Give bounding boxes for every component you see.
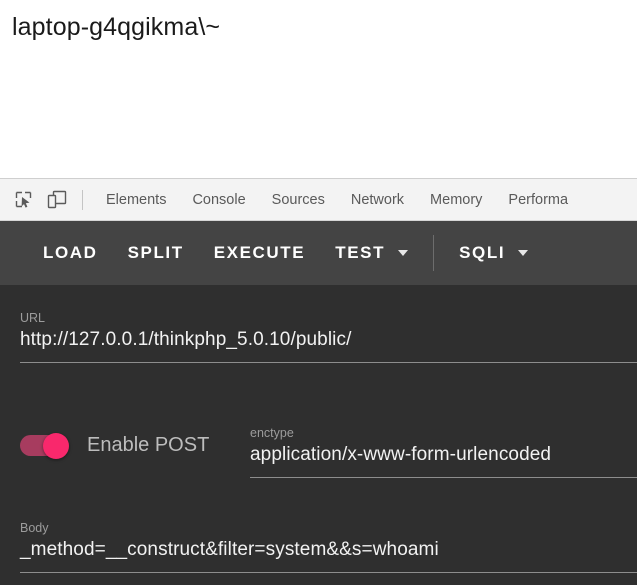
enable-post-toggle-row[interactable]: Enable POST [20,433,210,459]
enctype-input[interactable]: application/x-www-form-urlencoded [250,441,637,469]
split-button-label: SPLIT [127,243,184,262]
tab-memory[interactable]: Memory [417,180,495,220]
load-button[interactable]: LOAD [28,221,113,285]
sqli-button-label: SQLI [459,243,506,262]
tab-console[interactable]: Console [179,180,258,220]
request-settings-panel: URL http://127.0.0.1/thinkphp_5.0.10/pub… [0,285,637,585]
enctype-field-label: enctype [250,426,294,440]
body-field-underline [20,572,637,573]
enctype-field-underline [250,477,637,478]
switch-knob [43,433,69,459]
enctype-field[interactable]: enctype application/x-www-form-urlencode… [250,425,637,478]
chevron-down-icon [398,250,409,256]
browser-page-content: laptop-g4qgikma\~ [0,0,637,178]
inspect-element-icon[interactable] [6,185,40,215]
chevron-down-icon [518,250,529,256]
tab-network[interactable]: Network [338,180,417,220]
device-toolbar-icon[interactable] [40,185,74,215]
url-field[interactable]: URL http://127.0.0.1/thinkphp_5.0.10/pub… [20,310,637,363]
execute-button[interactable]: EXECUTE [199,221,321,285]
body-field[interactable]: Body _method=__construct&filter=system&&… [20,520,637,573]
url-field-label: URL [20,311,46,325]
body-input[interactable]: _method=__construct&filter=system&&s=who… [20,536,637,564]
url-field-underline [20,362,637,363]
load-button-label: LOAD [43,243,98,262]
enable-post-switch[interactable] [20,433,72,459]
split-button[interactable]: SPLIT [113,221,199,285]
tab-performance[interactable]: Performa [495,180,581,220]
toolbar-separator [433,235,435,271]
tab-sources[interactable]: Sources [259,180,338,220]
app-action-toolbar: LOAD SPLIT EXECUTE TEST SQLI [0,221,637,285]
test-dropdown-button[interactable]: TEST [320,221,423,285]
test-button-label: TEST [335,243,386,262]
body-field-label: Body [20,521,49,535]
url-input[interactable]: http://127.0.0.1/thinkphp_5.0.10/public/ [20,326,637,354]
page-title: laptop-g4qgikma\~ [12,13,221,41]
sqli-dropdown-button[interactable]: SQLI [444,221,543,285]
tab-elements[interactable]: Elements [93,180,179,220]
devtools-tab-strip: Elements Console Sources Network Memory … [0,178,637,221]
enable-post-label: Enable POST [87,433,210,456]
toolbar-divider [82,189,83,210]
execute-button-label: EXECUTE [213,243,306,262]
